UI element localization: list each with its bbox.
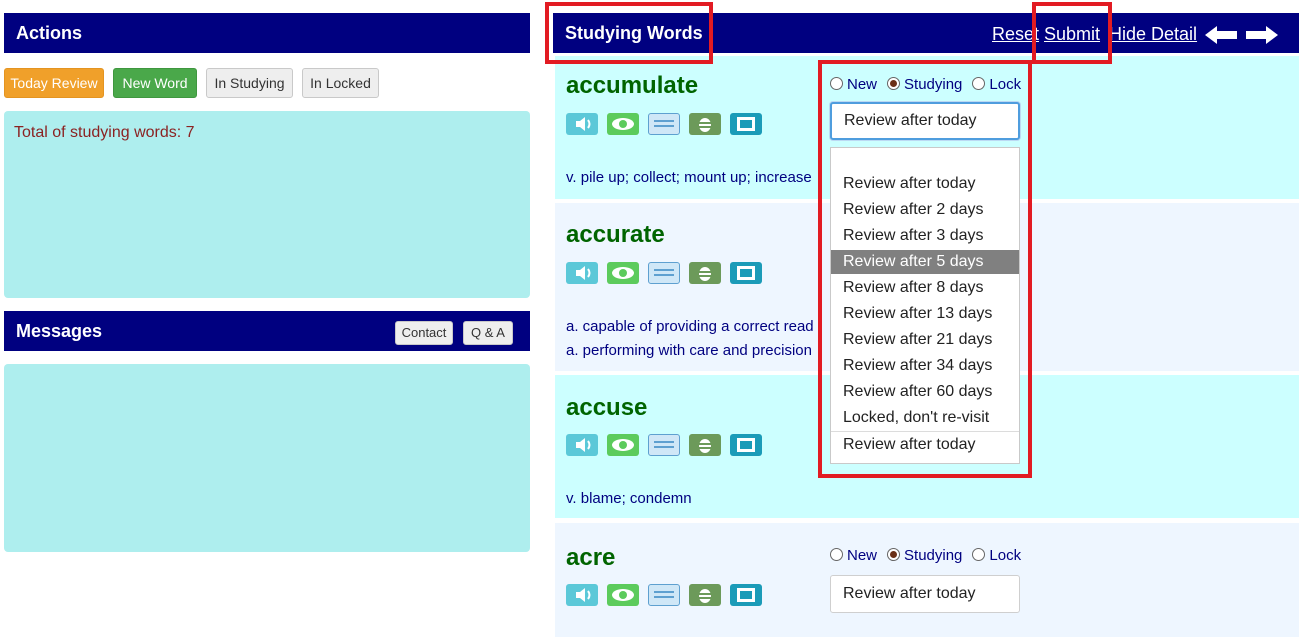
eye-icon[interactable] [607, 584, 639, 606]
eye-icon[interactable] [607, 262, 639, 284]
card-icon[interactable] [648, 434, 680, 456]
qa-button[interactable]: Q & A [463, 321, 513, 345]
radio-studying[interactable]: Studying [887, 547, 962, 564]
messages-title: Messages [16, 321, 103, 341]
highlight-box-dropdown [818, 60, 1032, 478]
book-icon[interactable] [730, 113, 762, 135]
radio-lock[interactable]: Lock [972, 547, 1021, 564]
book-icon[interactable] [730, 262, 762, 284]
new-word-button[interactable]: New Word [113, 68, 197, 98]
word-title: accuse [566, 394, 648, 421]
book-icon[interactable] [730, 434, 762, 456]
arrow-right-icon[interactable] [1246, 25, 1278, 45]
definition: a. capable of providing a correct read [566, 318, 814, 335]
definition: v. blame; condemn [566, 490, 692, 507]
speaker-icon[interactable] [566, 262, 598, 284]
word-title: acre [566, 544, 616, 571]
card-icon[interactable] [648, 262, 680, 284]
today-review-button[interactable]: Today Review [4, 68, 104, 98]
book-icon[interactable] [730, 584, 762, 606]
total-studying-text: Total of studying words: 7 [14, 124, 195, 141]
eye-icon[interactable] [607, 113, 639, 135]
hide-detail-link[interactable]: Hide Detail [1109, 13, 1197, 55]
bee-icon[interactable] [689, 262, 721, 284]
in-studying-button[interactable]: In Studying [206, 68, 293, 98]
actions-header: Actions [4, 13, 530, 53]
word-title: accurate [566, 221, 665, 248]
radio-new[interactable]: New [830, 547, 877, 564]
word-title: accumulate [566, 72, 699, 99]
highlight-box-title [545, 2, 713, 64]
highlight-box-submit [1032, 2, 1112, 64]
arrow-left-icon[interactable] [1205, 25, 1237, 45]
eye-icon[interactable] [607, 434, 639, 456]
in-locked-button[interactable]: In Locked [302, 68, 379, 98]
definition: a. performing with care and precision [566, 342, 812, 359]
definition: v. pile up; collect; mount up; increase [566, 169, 812, 186]
status-radio-group: New Studying Lock [830, 547, 1031, 564]
card-icon[interactable] [648, 584, 680, 606]
bee-icon[interactable] [689, 113, 721, 135]
bee-icon[interactable] [689, 584, 721, 606]
messages-panel [4, 364, 530, 552]
speaker-icon[interactable] [566, 434, 598, 456]
actions-title: Actions [16, 23, 83, 43]
speaker-icon[interactable] [566, 584, 598, 606]
speaker-icon[interactable] [566, 113, 598, 135]
actions-panel: Total of studying words: 7 [4, 111, 530, 298]
bee-icon[interactable] [689, 434, 721, 456]
card-icon[interactable] [648, 113, 680, 135]
review-select[interactable]: Review after today [830, 575, 1020, 613]
contact-button[interactable]: Contact [395, 321, 453, 345]
